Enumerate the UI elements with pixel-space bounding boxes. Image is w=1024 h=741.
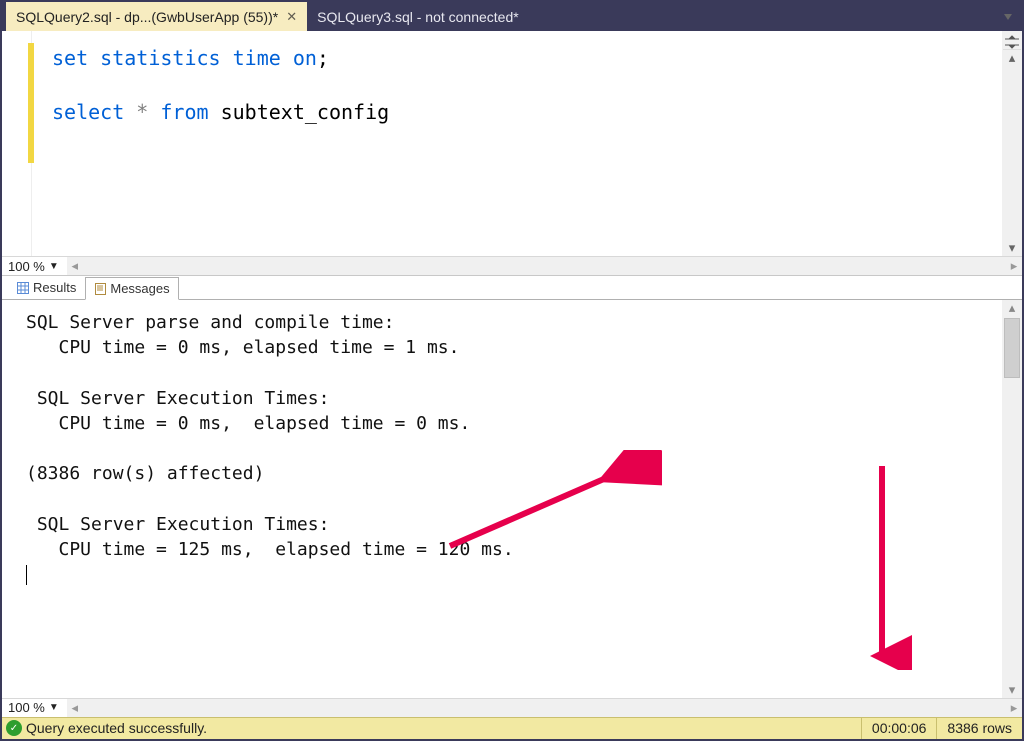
sql-editor-pane: set statistics time on; select * from su… [2,31,1022,256]
msg-line: SQL Server parse and compile time: [26,312,405,333]
sql-keyword: select [52,100,124,124]
editor-vertical-scrollbar[interactable]: ▴ ▾ [1002,31,1022,256]
msg-line: CPU time = 125 ms, elapsed time = 120 ms… [26,539,514,560]
grid-icon [17,282,29,294]
sql-editor[interactable]: set statistics time on; select * from su… [32,31,1002,256]
status-elapsed: 00:00:06 [861,718,937,739]
sql-keyword: set [52,46,88,70]
msg-line: SQL Server Execution Times: [26,514,329,535]
scroll-left-icon[interactable]: ◂ [67,258,83,274]
msg-line: CPU time = 0 ms, elapsed time = 1 ms. [26,337,459,358]
tab-label: SQLQuery3.sql - not connected* [317,9,519,25]
msg-line: CPU time = 0 ms, elapsed time = 0 ms. [26,413,470,434]
editor-horizontal-scrollbar[interactable]: ◂ ▸ [67,257,1022,275]
status-rowcount: 8386 rows [936,718,1022,739]
success-icon: ✓ [6,720,22,736]
scroll-up-icon[interactable]: ▴ [1003,50,1021,66]
annotation-arrow-icon [852,460,912,670]
status-message: Query executed successfully. [26,720,861,736]
chevron-down-icon [1004,14,1012,20]
msg-line: SQL Server Execution Times: [26,388,329,409]
messages-output[interactable]: SQL Server parse and compile time: CPU t… [2,300,1002,698]
editor-zoom-row: 100 % ▼ ◂ ▸ [2,256,1022,275]
change-marker [28,43,34,163]
scroll-right-icon[interactable]: ▸ [1006,258,1022,274]
sql-text: ; [317,46,329,70]
messages-zoom-dropdown[interactable]: 100 % ▼ [2,700,67,715]
tab-label: SQLQuery2.sql - dp...(GwbUserApp (55))* [16,9,278,25]
messages-pane: SQL Server parse and compile time: CPU t… [2,299,1022,698]
editor-zoom-dropdown[interactable]: 100 % ▼ [2,259,67,274]
messages-vertical-scrollbar[interactable]: ▴ ▾ [1002,300,1022,698]
app-frame: SQLQuery2.sql - dp...(GwbUserApp (55))* … [0,0,1024,741]
tab-overflow-dropdown[interactable] [994,2,1022,31]
document-tab-bar: SQLQuery2.sql - dp...(GwbUserApp (55))* … [2,2,1022,31]
msg-line: (8386 row(s) affected) [26,463,264,484]
split-handle-icon[interactable] [1003,35,1021,49]
text-caret [26,565,27,585]
sql-text: subtext_config [209,100,390,124]
scroll-right-icon[interactable]: ▸ [1006,700,1022,716]
scroll-down-icon[interactable]: ▾ [1002,682,1022,698]
chevron-down-icon: ▼ [49,261,59,272]
tab-label: Results [33,280,76,295]
document-tab-active[interactable]: SQLQuery2.sql - dp...(GwbUserApp (55))* … [6,2,307,31]
tab-label: Messages [110,281,169,296]
editor-gutter [2,31,32,256]
tab-messages[interactable]: Messages [85,277,178,300]
tab-results[interactable]: Results [8,276,85,299]
scroll-left-icon[interactable]: ◂ [67,700,83,716]
document-icon [94,283,106,295]
sql-keyword: statistics time on [88,46,317,70]
status-bar: ✓ Query executed successfully. 00:00:06 … [2,717,1022,739]
sql-operator: * [124,100,160,124]
messages-horizontal-scrollbar[interactable]: ◂ ▸ [67,699,1022,717]
scroll-down-icon[interactable]: ▾ [1003,240,1021,256]
scroll-up-icon[interactable]: ▴ [1002,300,1022,316]
chevron-down-icon: ▼ [49,702,59,713]
zoom-value: 100 % [8,259,45,274]
results-tab-bar: Results Messages [2,275,1022,299]
zoom-value: 100 % [8,700,45,715]
messages-zoom-row: 100 % ▼ ◂ ▸ [2,698,1022,717]
scroll-thumb[interactable] [1004,318,1020,378]
document-tab[interactable]: SQLQuery3.sql - not connected* [307,2,529,31]
close-icon[interactable]: ✕ [286,9,297,25]
sql-keyword: from [160,100,208,124]
